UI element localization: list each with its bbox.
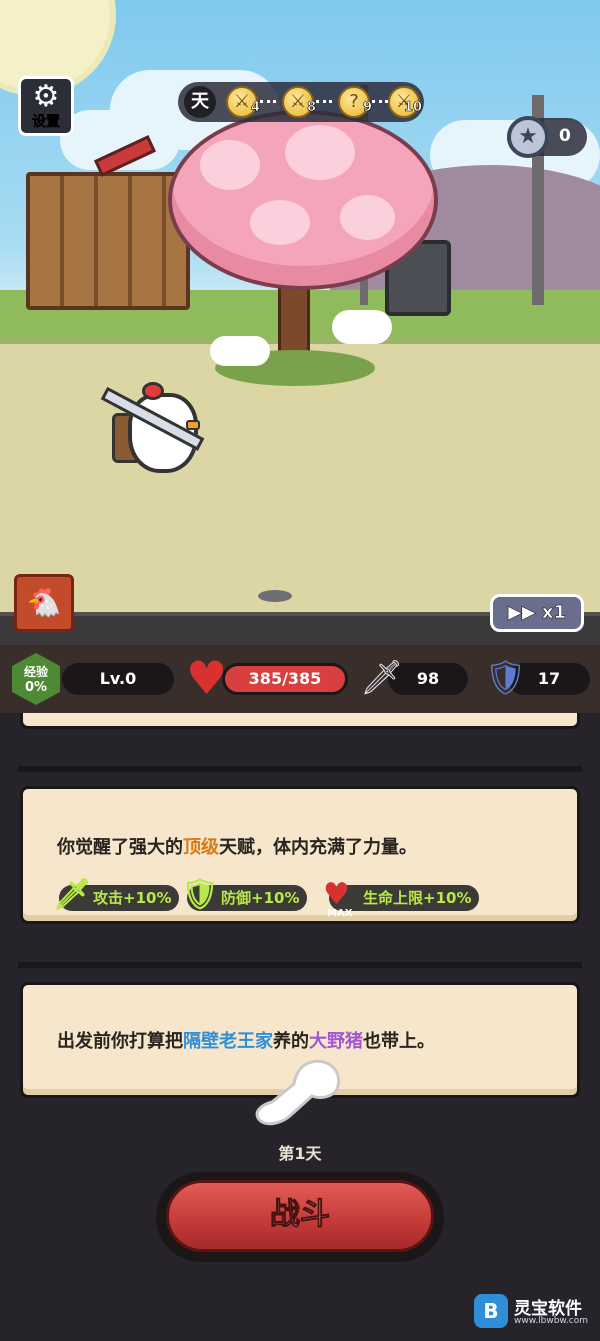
- stats-bar: 经验 0% Lv.0 385/385 ♥ 98 🗡 17 🛡: [0, 645, 600, 713]
- highlight-text: 顶级: [183, 837, 219, 858]
- settings-label: 设置: [32, 114, 61, 131]
- highlight-text: 隔壁老王家: [183, 1031, 273, 1052]
- attack-bonus: 🗡 攻击+10%: [53, 877, 180, 912]
- skill-slot[interactable]: 🐔: [14, 574, 74, 632]
- defense-bonus: 🛡 防御+10%: [181, 877, 308, 912]
- exp-label: 经验: [23, 665, 48, 679]
- hp-value: 385/385: [248, 669, 322, 688]
- text-segment: 养的: [273, 1031, 309, 1052]
- day-progress-bar: 天 ⚔ 4 ⚔ 8 ? 9 ⚔ 10: [178, 82, 424, 122]
- sword-coin-icon: ⚔: [289, 91, 307, 112]
- bonus-label: 攻击+10%: [93, 889, 172, 907]
- day-caption: 第1天: [278, 1144, 322, 1163]
- previous-card-edge: [20, 713, 580, 729]
- event-text: 你觉醒了强大的顶级天赋，体内充满了力量。: [57, 833, 417, 859]
- bonus-label: 防御+10%: [221, 889, 300, 907]
- bonus-label: 生命上限+10%: [363, 889, 472, 907]
- blossom: [285, 125, 355, 180]
- fight-label: 战斗: [166, 1180, 434, 1252]
- question-coin-icon: ?: [349, 91, 359, 112]
- event-text: 出发前你打算把隔壁老王家养的大野猪也带上。: [57, 1027, 435, 1053]
- progress-dots: [372, 100, 388, 103]
- hp-bar: 385/385: [222, 663, 348, 695]
- max-badge: MAX: [327, 908, 353, 919]
- max-hp-bonus: ♥ MAX 生命上限+10%: [323, 877, 480, 919]
- watermark-logo: B: [474, 1294, 508, 1328]
- fight-button[interactable]: 战斗: [156, 1172, 444, 1262]
- exp-badge: 经验 0%: [12, 653, 60, 705]
- text-segment: 你觉醒了强大的: [57, 837, 183, 858]
- dust-puff: [332, 310, 392, 344]
- level-value: Lv.0: [99, 669, 137, 688]
- level-pill: Lv.0: [62, 663, 174, 695]
- blossom: [250, 200, 310, 245]
- shield-icon: 🛡: [484, 658, 528, 698]
- defense-value: 17: [537, 669, 561, 688]
- fast-forward-icon: ▶▶: [507, 602, 536, 624]
- event-card: 你觉醒了强大的顶级天赋，体内充满了力量。 🗡 攻击+10% 🛡 防御+10% ♥…: [20, 786, 580, 924]
- text-segment: 出发前你打算把: [57, 1031, 183, 1052]
- blossom: [340, 195, 395, 240]
- attack-value: 98: [416, 669, 440, 688]
- pointing-hand-icon: [255, 1059, 341, 1126]
- speed-label: x1: [541, 602, 567, 624]
- watermark: B 灵宝软件 www.lbwbw.com: [474, 1292, 594, 1332]
- sword-icon: 🗡: [360, 658, 404, 698]
- shield-icon: 🛡: [181, 877, 220, 912]
- star-count: 0: [559, 126, 571, 146]
- wooden-fence: [26, 172, 190, 310]
- chicken-comb: [142, 382, 164, 400]
- heart-icon: ♥: [186, 651, 228, 705]
- divider: [18, 962, 582, 968]
- star-coin-icon: ★: [507, 116, 549, 158]
- stage-node[interactable]: ⚔ 8: [282, 86, 316, 118]
- stage-node[interactable]: ⚔ 4: [226, 86, 260, 118]
- dust-puff: [210, 336, 270, 366]
- settings-button[interactable]: ⚙ 设置: [18, 76, 74, 136]
- exp-percent: 0%: [24, 680, 48, 695]
- stage-number: 9: [362, 100, 373, 116]
- watermark-url: www.lbwbw.com: [514, 1316, 589, 1326]
- text-segment: 天赋，体内充满了力量。: [219, 837, 417, 858]
- text-segment: 也带上。: [363, 1031, 435, 1052]
- progress-dots: [260, 100, 276, 103]
- blossom: [200, 140, 260, 190]
- chicken-skill-icon: 🐔: [26, 586, 62, 619]
- divider: [18, 766, 582, 772]
- stage-number: 10: [403, 100, 423, 116]
- stage-node[interactable]: ⚔ 10: [388, 86, 422, 118]
- gear-icon: ⚙: [32, 79, 60, 114]
- chicken-beak: [186, 420, 200, 430]
- speed-button[interactable]: ▶▶ x1: [490, 594, 584, 632]
- day-label: 天: [184, 86, 216, 118]
- sword-icon: 🗡: [53, 877, 92, 912]
- sword-coin-icon: ⚔: [233, 91, 251, 112]
- stage-number: 8: [306, 100, 317, 116]
- highlight-text: 大野猪: [309, 1031, 363, 1052]
- rock: [258, 590, 292, 602]
- progress-dots: [316, 100, 332, 103]
- stage-number: 4: [250, 100, 261, 116]
- star-counter[interactable]: ★ 0: [507, 116, 587, 158]
- stage-node[interactable]: ? 9: [338, 86, 372, 118]
